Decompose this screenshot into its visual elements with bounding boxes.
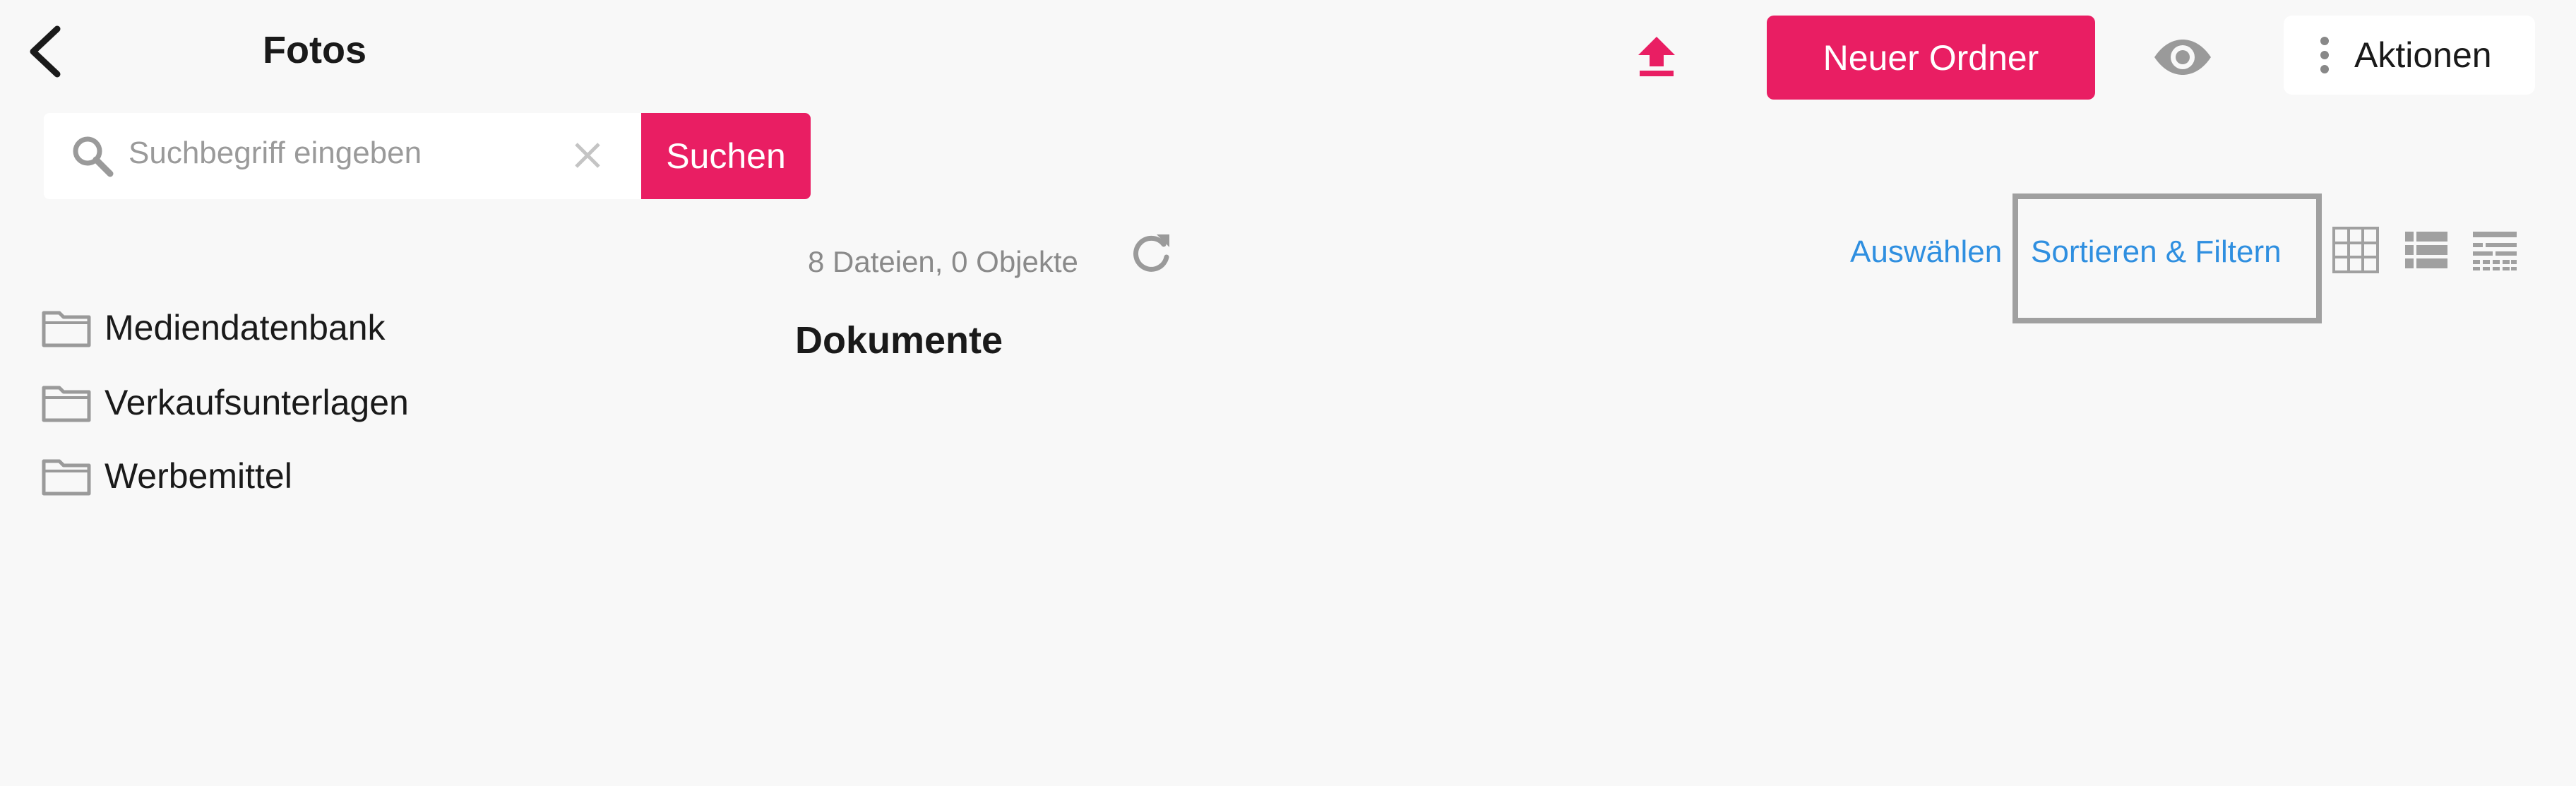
upload-button[interactable] xyxy=(1631,31,1682,82)
page-title: Fotos xyxy=(263,29,366,71)
sidebar-folder-mediendatenbank[interactable]: Mediendatenbank xyxy=(41,299,386,356)
folder-icon xyxy=(42,386,91,422)
table-view-icon[interactable] xyxy=(2471,230,2518,271)
sort-filter-link[interactable]: Sortieren & Filtern xyxy=(2031,227,2282,277)
eye-icon xyxy=(2154,40,2211,75)
sidebar-folder-verkaufsunterlagen[interactable]: Verkaufsunterlagen xyxy=(41,374,409,431)
list-view-icon[interactable] xyxy=(2404,230,2449,270)
folder-label: Werbemittel xyxy=(105,456,292,496)
search-icon xyxy=(73,136,114,177)
more-vertical-icon xyxy=(2303,37,2346,73)
new-folder-button[interactable]: Neuer Ordner xyxy=(1767,16,2095,100)
chevron-left-icon xyxy=(30,25,61,78)
upload-icon xyxy=(1638,37,1675,76)
search-input[interactable] xyxy=(127,124,554,182)
search-button[interactable]: Suchen xyxy=(641,113,811,199)
refresh-icon[interactable] xyxy=(1128,230,1174,275)
grid-view-icon[interactable] xyxy=(2332,226,2380,274)
folder-icon xyxy=(42,459,91,496)
actions-label: Aktionen xyxy=(2354,35,2492,75)
folder-label: Verkaufsunterlagen xyxy=(105,383,409,422)
close-icon[interactable] xyxy=(569,137,606,174)
actions-menu-button[interactable]: Aktionen xyxy=(2284,16,2535,95)
folder-icon xyxy=(42,311,91,347)
folder-label: Mediendatenbank xyxy=(105,308,386,347)
sidebar-folder-werbemittel[interactable]: Werbemittel xyxy=(41,448,292,504)
file-count-text: 8 Dateien, 0 Objekte xyxy=(808,245,1078,278)
select-link[interactable]: Auswählen xyxy=(1850,227,2002,277)
preview-toggle-button[interactable] xyxy=(2149,32,2216,82)
section-heading: Dokumente xyxy=(795,319,1003,362)
back-button[interactable] xyxy=(20,20,69,83)
